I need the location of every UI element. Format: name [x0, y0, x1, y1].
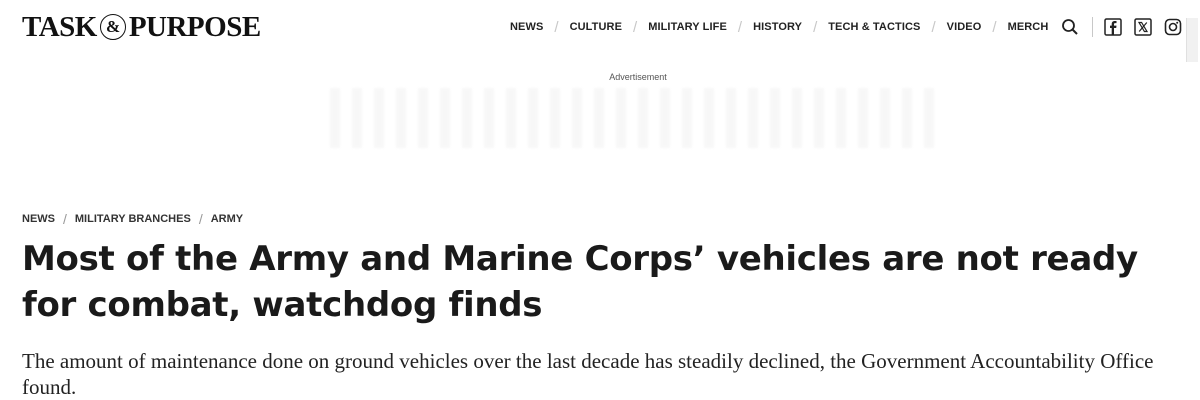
nav-military-life[interactable]: MILITARY LIFE [648, 21, 727, 33]
breadcrumb-military-branches[interactable]: MILITARY BRANCHES [75, 213, 191, 225]
logo-text-left: TASK [22, 10, 97, 43]
breadcrumb-army[interactable]: ARMY [211, 213, 243, 225]
header-divider [1092, 17, 1093, 37]
x-icon[interactable] [1131, 15, 1155, 39]
instagram-icon[interactable] [1161, 15, 1185, 39]
ad-placeholder [330, 88, 946, 148]
main-nav: NEWS / CULTURE / MILITARY LIFE / HISTORY… [510, 18, 1048, 36]
nav-news[interactable]: NEWS [510, 21, 543, 33]
nav-separator: / [554, 18, 559, 36]
social-links [1101, 15, 1185, 39]
nav-separator: / [813, 18, 818, 36]
breadcrumb-news[interactable]: NEWS [22, 213, 55, 225]
header-tools [1058, 14, 1185, 40]
nav-culture[interactable]: CULTURE [570, 21, 622, 33]
logo-ampersand: & [99, 14, 126, 40]
nav-separator: / [992, 18, 997, 36]
nav-separator: / [633, 18, 638, 36]
breadcrumb-separator: / [198, 211, 203, 227]
nav-separator: / [931, 18, 936, 36]
nav-video[interactable]: VIDEO [947, 21, 982, 33]
ad-slot[interactable] [330, 88, 946, 148]
ad-label: Advertisement [609, 72, 667, 82]
scrollbar[interactable] [1186, 18, 1198, 62]
article-headline: Most of the Army and Marine Corps’ vehic… [22, 239, 1138, 325]
site-logo[interactable]: TASK & PURPOSE [22, 10, 261, 44]
nav-history[interactable]: HISTORY [753, 21, 802, 33]
facebook-icon[interactable] [1101, 15, 1125, 39]
breadcrumb-separator: / [63, 211, 67, 227]
breadcrumb: NEWS / MILITARY BRANCHES / ARMY [22, 211, 243, 227]
article-dek: The amount of maintenance done on ground… [22, 349, 1154, 399]
nav-merch[interactable]: MERCH [1008, 21, 1049, 33]
site-header: TASK & PURPOSE NEWS / CULTURE / MILITARY… [0, 0, 1200, 62]
nav-tech-tactics[interactable]: TECH & TACTICS [828, 21, 920, 33]
search-icon[interactable] [1058, 15, 1082, 39]
nav-separator: / [737, 18, 743, 36]
logo-text-right: PURPOSE [128, 10, 261, 43]
